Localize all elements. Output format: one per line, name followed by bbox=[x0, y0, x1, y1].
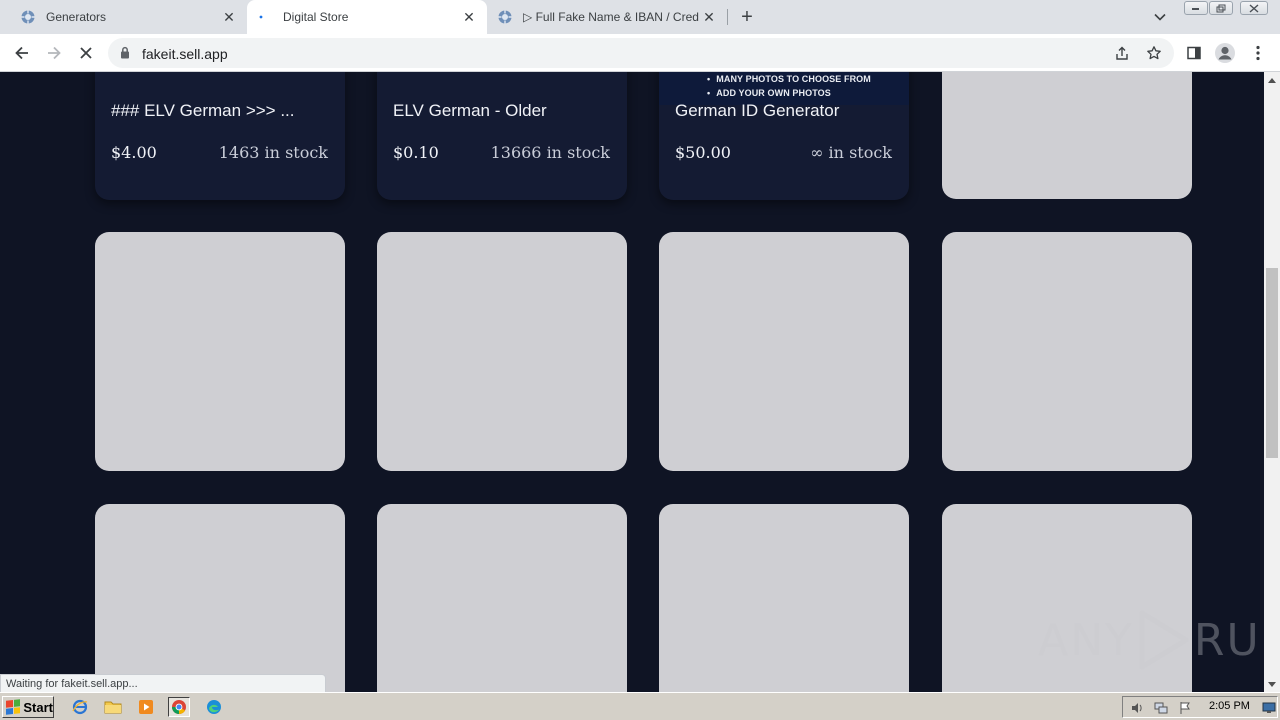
tab-title: ▷ Full Fake Name & IBAN / Credit Ca bbox=[523, 10, 699, 24]
loading-product-card[interactable] bbox=[942, 232, 1192, 471]
browser-toolbar: fakeit.sell.app bbox=[0, 34, 1280, 72]
product-name[interactable]: German ID Generator bbox=[675, 101, 839, 121]
product-stock: 13666 in stock bbox=[490, 143, 610, 162]
stop-loading-icon[interactable] bbox=[73, 40, 99, 66]
play-triangle-icon bbox=[1139, 610, 1189, 670]
loading-product-card[interactable] bbox=[942, 72, 1192, 199]
product-name[interactable]: ELV German - Older bbox=[393, 101, 547, 121]
tab-strip: Generators ✕ Digital Store ✕ ▷ Full Fake… bbox=[0, 0, 1280, 34]
tab-title: Digital Store bbox=[283, 10, 349, 24]
show-desktop-icon[interactable] bbox=[1261, 700, 1277, 716]
product-stock: ∞ in stock bbox=[810, 143, 892, 162]
chrome-icon[interactable] bbox=[168, 697, 190, 717]
tab-separator bbox=[727, 9, 728, 25]
product-stock: 1463 in stock bbox=[218, 143, 328, 162]
new-tab-button[interactable]: + bbox=[736, 6, 758, 28]
tab-fake-name[interactable]: ▷ Full Fake Name & IBAN / Credit Ca ✕ bbox=[487, 0, 727, 34]
folder-icon[interactable] bbox=[102, 697, 124, 717]
close-tab-icon[interactable]: ✕ bbox=[699, 7, 719, 27]
loading-product-card[interactable] bbox=[95, 232, 345, 471]
restore-window-button[interactable] bbox=[1209, 1, 1233, 15]
close-tab-icon[interactable]: ✕ bbox=[459, 7, 479, 27]
close-tab-icon[interactable]: ✕ bbox=[219, 7, 239, 27]
edge-icon[interactable] bbox=[203, 697, 225, 717]
scroll-up-arrow-icon[interactable] bbox=[1264, 72, 1280, 88]
media-player-icon[interactable] bbox=[135, 697, 157, 717]
product-card[interactable]: ELV German - Older $0.10 13666 in stock bbox=[377, 72, 627, 200]
forward-arrow-icon[interactable] bbox=[41, 40, 67, 66]
internet-explorer-icon[interactable] bbox=[69, 697, 91, 717]
banner-line: ADD YOUR OWN PHOTOS bbox=[707, 86, 871, 100]
page-viewport: ### ELV German >>> ... $4.00 1463 in sto… bbox=[0, 72, 1264, 692]
product-card[interactable]: MANY PHOTOS TO CHOOSE FROM ADD YOUR OWN … bbox=[659, 72, 909, 200]
action-center-flag-icon[interactable] bbox=[1177, 700, 1193, 716]
system-tray: 2:05 PM bbox=[1122, 696, 1278, 718]
address-bar[interactable]: fakeit.sell.app bbox=[108, 38, 1174, 68]
loading-spinner-icon bbox=[257, 9, 273, 25]
taskbar-clock[interactable]: 2:05 PM bbox=[1209, 700, 1250, 712]
tab-title: Generators bbox=[46, 10, 107, 24]
product-card[interactable]: ### ELV German >>> ... $4.00 1463 in sto… bbox=[95, 72, 345, 200]
menu-kebab-icon[interactable] bbox=[1245, 40, 1271, 66]
profile-avatar-icon[interactable] bbox=[1212, 40, 1238, 66]
windows-taskbar: Start 2:05 PM bbox=[0, 692, 1280, 720]
start-button[interactable]: Start bbox=[2, 696, 54, 718]
banner-line: MANY PHOTOS TO CHOOSE FROM bbox=[707, 72, 871, 86]
loading-product-card[interactable] bbox=[659, 232, 909, 471]
product-price: $50.00 bbox=[675, 143, 731, 162]
fake-name-site-icon bbox=[497, 9, 513, 25]
bookmark-star-icon[interactable] bbox=[1144, 43, 1164, 63]
volume-icon[interactable] bbox=[1129, 700, 1145, 716]
loading-product-card[interactable] bbox=[95, 504, 345, 692]
close-window-button[interactable] bbox=[1240, 1, 1268, 15]
anyrun-watermark: ANY RUN bbox=[1038, 608, 1280, 672]
lock-icon[interactable] bbox=[120, 46, 130, 64]
network-icon[interactable] bbox=[1153, 700, 1169, 716]
scroll-down-arrow-icon[interactable] bbox=[1264, 676, 1280, 692]
product-name[interactable]: ### ELV German >>> ... bbox=[111, 101, 295, 121]
windows-logo-icon bbox=[6, 699, 21, 715]
scrollbar-thumb[interactable] bbox=[1266, 268, 1278, 458]
loading-product-card[interactable] bbox=[659, 504, 909, 692]
share-icon[interactable] bbox=[1112, 43, 1132, 63]
tab-search-icon[interactable] bbox=[1150, 8, 1170, 26]
watermark-text-left: ANY bbox=[1038, 614, 1134, 666]
tab-generators[interactable]: Generators ✕ bbox=[0, 0, 247, 34]
loading-product-card[interactable] bbox=[377, 504, 627, 692]
side-panel-icon[interactable] bbox=[1181, 40, 1207, 66]
start-label: Start bbox=[23, 699, 53, 715]
generators-site-icon bbox=[20, 9, 36, 25]
product-price: $4.00 bbox=[111, 143, 157, 162]
tab-digital-store[interactable]: Digital Store ✕ bbox=[247, 0, 487, 34]
product-price: $0.10 bbox=[393, 143, 439, 162]
minimize-window-button[interactable] bbox=[1184, 1, 1208, 15]
back-arrow-icon[interactable] bbox=[9, 40, 35, 66]
loading-product-card[interactable] bbox=[377, 232, 627, 471]
vertical-scrollbar[interactable] bbox=[1264, 72, 1280, 692]
status-bubble: Waiting for fakeit.sell.app... bbox=[0, 674, 326, 694]
url-text[interactable]: fakeit.sell.app bbox=[142, 46, 228, 62]
